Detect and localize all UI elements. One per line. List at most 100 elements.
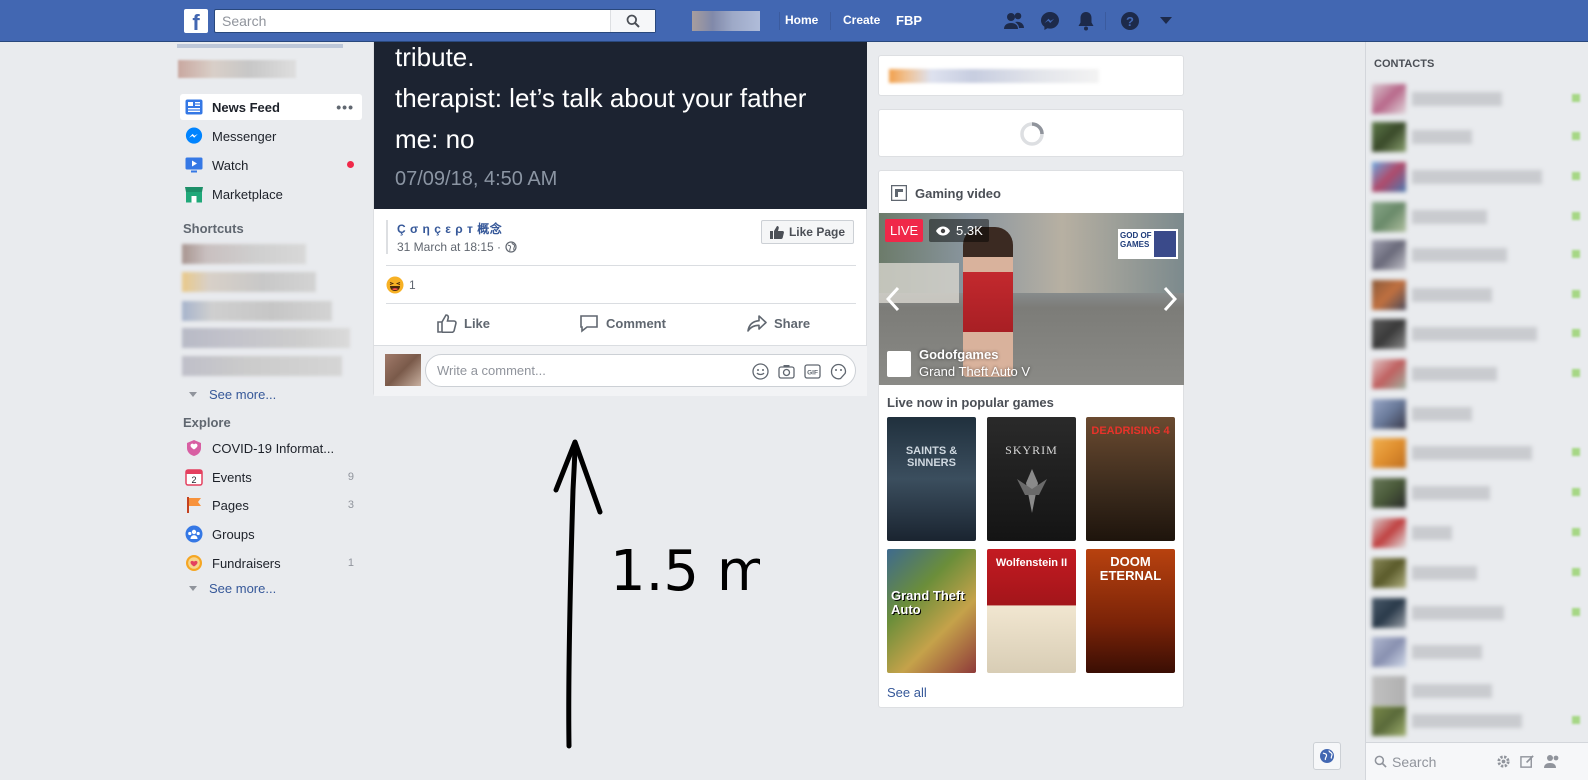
page-name-link[interactable]: Ç σ η ç ε ρ т 概念 — [397, 220, 517, 237]
create-group-icon[interactable] — [1544, 754, 1560, 769]
contacts-search-input[interactable] — [1392, 751, 1502, 773]
sidebar-item-pages[interactable]: Pages 3 — [180, 492, 362, 518]
sticker-icon[interactable] — [829, 362, 847, 380]
shortcuts-see-more-link[interactable]: See more... — [189, 387, 276, 402]
sidebar-item-marketplace[interactable]: Marketplace — [180, 181, 362, 207]
contact-item[interactable] — [1372, 359, 1582, 389]
contact-item[interactable] — [1372, 676, 1582, 706]
profile-shortcut[interactable] — [692, 11, 760, 31]
account-menu-icon[interactable] — [1155, 10, 1177, 32]
game-tile-dead-rising[interactable]: DEADRISING 4 — [1086, 417, 1175, 541]
avatar — [1372, 598, 1406, 628]
avatar — [1372, 359, 1406, 389]
contact-item[interactable] — [1372, 637, 1582, 667]
fbp-link[interactable]: FBP — [896, 13, 922, 28]
sidebar-item-covid-19[interactable]: COVID-19 Informat... — [180, 435, 362, 461]
contact-item[interactable] — [1372, 319, 1582, 349]
shortcut-item[interactable] — [182, 272, 316, 292]
search-button[interactable] — [610, 10, 655, 32]
contact-item[interactable] — [1372, 122, 1582, 152]
sidebar-item-news-feed[interactable]: News Feed ••• — [180, 94, 362, 120]
online-status-icon — [1572, 716, 1580, 724]
gaming-video-title: Gaming video — [915, 185, 1001, 201]
shared-page-info: Ç σ η ç ε ρ т 概念 31 March at 18:15 · — [386, 220, 517, 254]
contact-item[interactable] — [1372, 478, 1582, 508]
explore-heading: Explore — [183, 415, 231, 430]
comment-icon — [580, 315, 598, 333]
contact-name — [1412, 248, 1507, 262]
shortcut-item[interactable] — [182, 301, 332, 321]
new-message-icon[interactable] — [1520, 754, 1535, 769]
help-icon[interactable]: ? — [1119, 10, 1141, 32]
game-name[interactable]: Grand Theft Auto V — [919, 364, 1030, 379]
contact-item[interactable] — [1372, 162, 1582, 192]
create-link[interactable]: Create — [843, 13, 880, 27]
pages-count: 3 — [347, 499, 354, 511]
game-tile-wolfenstein[interactable]: Wolfenstein II — [987, 549, 1076, 673]
post-timestamp[interactable]: 31 March at 18:15 · — [397, 240, 517, 254]
contacts-heading: CONTACTS — [1374, 58, 1435, 70]
shortcut-item[interactable] — [182, 328, 350, 348]
contact-item[interactable] — [1372, 84, 1582, 114]
avatar[interactable] — [385, 354, 421, 386]
post-image[interactable]: tribute. therapist: let’s talk about you… — [374, 42, 867, 209]
sidebar-item-groups[interactable]: Groups — [180, 521, 362, 547]
share-button[interactable]: Share — [747, 314, 810, 333]
reaction-summary[interactable]: 1 — [386, 276, 416, 294]
gif-icon[interactable]: GIF — [803, 362, 821, 380]
sponsored-placeholder[interactable] — [878, 55, 1184, 96]
search-input[interactable] — [215, 10, 610, 32]
friends-icon[interactable] — [1003, 10, 1025, 32]
like-button[interactable]: Like — [437, 314, 490, 333]
notifications-icon[interactable] — [1075, 10, 1097, 32]
contact-name — [1412, 130, 1472, 144]
contact-name — [1412, 367, 1497, 381]
shortcut-item[interactable] — [182, 244, 306, 264]
home-link[interactable]: Home — [785, 13, 818, 27]
sidebar-item-watch[interactable]: Watch — [180, 152, 362, 178]
next-video-button[interactable] — [1158, 283, 1182, 315]
sidebar-item-messenger[interactable]: Messenger — [180, 123, 362, 149]
chevron-left-icon — [886, 286, 900, 312]
contact-item[interactable] — [1372, 706, 1582, 736]
see-all-link[interactable]: See all — [887, 685, 927, 700]
contact-item[interactable] — [1372, 598, 1582, 628]
messenger-icon[interactable] — [1039, 10, 1061, 32]
comment-input[interactable] — [426, 355, 716, 386]
channel-name[interactable]: Godofgames — [919, 347, 998, 362]
gear-icon[interactable] — [1496, 754, 1511, 769]
sidebar-item-fundraisers[interactable]: Fundraisers 1 — [180, 550, 362, 576]
contact-item[interactable] — [1372, 240, 1582, 270]
contact-item[interactable] — [1372, 558, 1582, 588]
game-tile-saints-sinners[interactable]: SAINTS & SINNERS — [887, 417, 976, 541]
facebook-logo-icon[interactable]: f — [184, 9, 208, 33]
camera-icon[interactable] — [777, 362, 795, 380]
contact-item[interactable] — [1372, 280, 1582, 310]
share-label: Share — [774, 316, 811, 331]
comment-button[interactable]: Comment — [579, 314, 666, 333]
game-tile-gta[interactable]: Grand Theft Auto — [887, 549, 976, 673]
live-video-player[interactable]: GOD OF GAMES LIVE 5.3K Godofgames Grand … — [879, 213, 1184, 385]
contact-item[interactable] — [1372, 518, 1582, 548]
game-tile-doom[interactable]: DOOM ETERNAL — [1086, 549, 1175, 673]
contact-item[interactable] — [1372, 399, 1582, 429]
shortcut-item[interactable] — [182, 356, 342, 376]
explore-see-more-link[interactable]: See more... — [189, 581, 276, 596]
emoji-icon[interactable] — [751, 362, 769, 380]
live-badge: LIVE — [885, 219, 924, 242]
profile-name[interactable] — [178, 60, 296, 78]
previous-video-button[interactable] — [881, 283, 905, 315]
search-icon — [626, 14, 640, 28]
language-globe-button[interactable] — [1313, 742, 1341, 770]
contact-item[interactable] — [1372, 438, 1582, 468]
comment-field[interactable]: GIF — [425, 354, 856, 387]
nav-divider — [779, 12, 780, 30]
channel-logo[interactable] — [887, 351, 911, 377]
contact-name — [1412, 645, 1482, 659]
like-page-button[interactable]: Like Page — [760, 220, 854, 244]
game-tile-skyrim[interactable]: SKYRIM — [987, 417, 1076, 541]
sidebar-item-events[interactable]: 2 Events 9 — [180, 464, 362, 490]
avatar — [1372, 558, 1406, 588]
more-options-icon[interactable]: ••• — [336, 99, 354, 115]
contact-item[interactable] — [1372, 202, 1582, 232]
